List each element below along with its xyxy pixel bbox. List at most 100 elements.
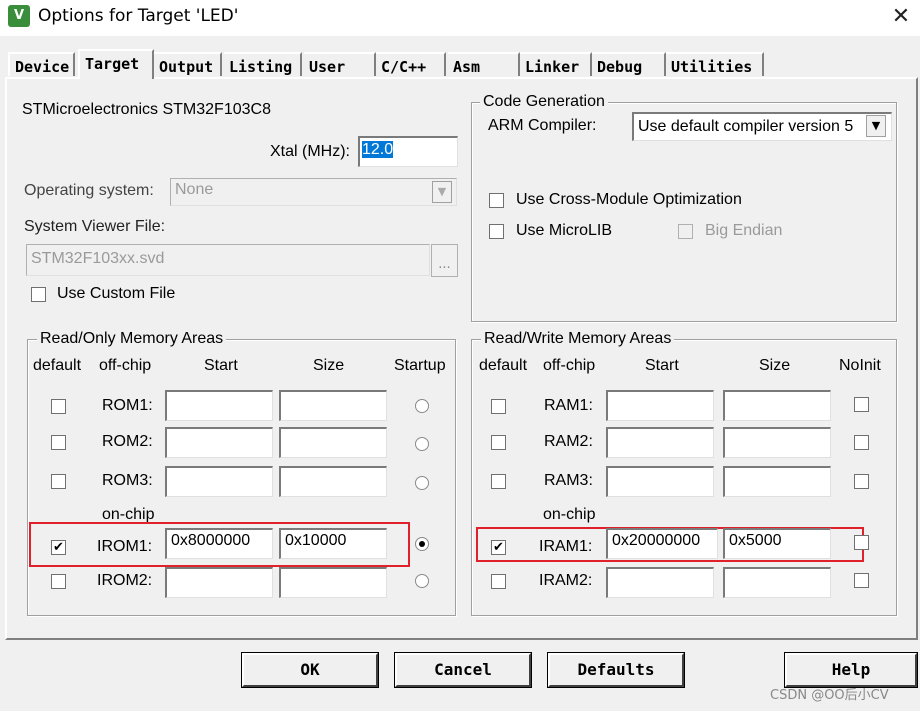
- irom2-startup-radio[interactable]: [415, 574, 429, 588]
- xtal-value: 12.0: [362, 141, 394, 158]
- rom-header-start: Start: [204, 357, 238, 374]
- irom1-start-input[interactable]: 0x8000000: [165, 528, 273, 559]
- ram-header-default: default: [479, 357, 528, 374]
- iram1-start-input[interactable]: 0x20000000: [606, 528, 718, 559]
- ram3-default-checkbox[interactable]: [491, 474, 506, 489]
- tab-listing[interactable]: Listing: [224, 52, 302, 76]
- ram2-noinit-checkbox[interactable]: [854, 435, 869, 450]
- rom1-size-input[interactable]: [279, 390, 387, 421]
- ram3-size-input[interactable]: [723, 466, 831, 497]
- custom-file-checkbox[interactable]: [31, 287, 46, 302]
- rom1-default-checkbox[interactable]: [51, 399, 66, 414]
- tab-debug[interactable]: Debug: [592, 52, 666, 76]
- ok-button[interactable]: OK: [241, 652, 379, 688]
- rom-header-size: Size: [313, 357, 345, 374]
- rom2-label: ROM2:: [102, 433, 153, 450]
- irom1-startup-radio[interactable]: [415, 537, 429, 551]
- svd-value: STM32F103xx.svd: [31, 250, 165, 267]
- custom-file-label: Use Custom File: [57, 285, 176, 302]
- iram2-size-input[interactable]: [723, 567, 831, 598]
- defaults-button[interactable]: Defaults: [547, 652, 685, 688]
- rom3-size-input[interactable]: [279, 466, 387, 497]
- iram1-noinit-checkbox[interactable]: [854, 535, 869, 550]
- iram2-noinit-checkbox[interactable]: [854, 573, 869, 588]
- tab-asm[interactable]: Asm: [448, 52, 520, 76]
- irom1-default-checkbox[interactable]: ✔: [51, 540, 66, 555]
- rom3-start-input[interactable]: [165, 466, 273, 497]
- tab-device[interactable]: Device: [8, 52, 75, 76]
- ram2-label: RAM2:: [544, 433, 593, 450]
- close-icon[interactable]: ✕: [886, 2, 916, 32]
- irom1-label: IROM1:: [97, 538, 153, 555]
- tab-linker[interactable]: Linker: [520, 52, 592, 76]
- window-title: Options for Target 'LED': [38, 6, 239, 26]
- irom2-label: IROM2:: [97, 572, 153, 589]
- ram1-noinit-checkbox[interactable]: [854, 397, 869, 412]
- microlib-checkbox[interactable]: [489, 224, 504, 239]
- os-select[interactable]: None: [170, 178, 457, 206]
- irom2-size-input[interactable]: [279, 567, 387, 598]
- cross-module-checkbox[interactable]: [489, 193, 504, 208]
- ram3-start-input[interactable]: [606, 466, 714, 497]
- rom1-label: ROM1:: [102, 397, 153, 414]
- xtal-input[interactable]: 12.0: [358, 136, 458, 167]
- cancel-button[interactable]: Cancel: [394, 652, 532, 688]
- rom-header-startup: Startup: [394, 357, 446, 374]
- rom2-size-input[interactable]: [279, 427, 387, 458]
- compiler-dropdown-icon[interactable]: ▼: [866, 115, 886, 137]
- ram-header-offchip: off-chip: [543, 357, 596, 374]
- big-endian-checkbox[interactable]: [678, 224, 693, 239]
- ram1-default-checkbox[interactable]: [491, 399, 506, 414]
- iram1-default-checkbox[interactable]: ✔: [491, 540, 506, 555]
- help-button[interactable]: Help: [784, 652, 918, 688]
- rom3-default-checkbox[interactable]: [51, 474, 66, 489]
- ram-header-size: Size: [759, 357, 791, 374]
- ram1-size-input[interactable]: [723, 390, 831, 421]
- tab-user[interactable]: User: [304, 52, 376, 76]
- irom2-default-checkbox[interactable]: [51, 574, 66, 589]
- tab-utilities[interactable]: Utilities: [666, 52, 764, 76]
- irom2-start-input[interactable]: [165, 567, 273, 598]
- ram-header-noinit: NoInit: [839, 357, 881, 374]
- rom2-start-input[interactable]: [165, 427, 273, 458]
- rom1-startup-radio[interactable]: [415, 399, 429, 413]
- ram1-label: RAM1:: [544, 397, 593, 414]
- ram2-size-input[interactable]: [723, 427, 831, 458]
- rom2-default-checkbox[interactable]: [51, 435, 66, 450]
- rom1-start-input[interactable]: [165, 390, 273, 421]
- ram-title: Read/Write Memory Areas: [481, 330, 675, 348]
- iram1-size-input[interactable]: 0x5000: [723, 528, 831, 559]
- ram3-noinit-checkbox[interactable]: [854, 474, 869, 489]
- microlib-label: Use MicroLIB: [516, 222, 613, 239]
- rom-header-offchip: off-chip: [99, 357, 152, 374]
- ram-onchip-label: on-chip: [543, 506, 596, 523]
- keil-uv-icon: V: [8, 5, 30, 27]
- irom1-size-input[interactable]: 0x10000: [279, 528, 387, 559]
- tab-target[interactable]: Target: [78, 49, 154, 79]
- rom2-startup-radio[interactable]: [415, 437, 429, 451]
- code-generation-title: Code Generation: [480, 93, 608, 111]
- iram2-start-input[interactable]: [606, 567, 714, 598]
- rom3-startup-radio[interactable]: [415, 476, 429, 490]
- ram3-label: RAM3:: [544, 472, 593, 489]
- os-dropdown-icon[interactable]: ▼: [432, 181, 452, 203]
- os-label: Operating system:: [24, 182, 154, 199]
- watermark: CSDN @OO后小CV: [770, 688, 889, 703]
- os-value: None: [175, 181, 214, 198]
- iram2-default-checkbox[interactable]: [491, 574, 506, 589]
- tab-output[interactable]: Output: [154, 52, 222, 76]
- ram-header-start: Start: [645, 357, 679, 374]
- rom-title: Read/Only Memory Areas: [37, 330, 227, 348]
- iram2-label: IRAM2:: [539, 572, 593, 589]
- rom-header-default: default: [33, 357, 82, 374]
- ram2-default-checkbox[interactable]: [491, 435, 506, 450]
- big-endian-label: Big Endian: [705, 222, 783, 239]
- svd-input[interactable]: STM32F103xx.svd: [26, 244, 430, 276]
- ram1-start-input[interactable]: [606, 390, 714, 421]
- tab-c-cpp[interactable]: C/C++: [376, 52, 446, 76]
- svd-browse-button[interactable]: ...: [431, 244, 458, 277]
- ram2-start-input[interactable]: [606, 427, 714, 458]
- iram1-label: IRAM1:: [539, 538, 593, 555]
- compiler-select[interactable]: Use default compiler version 5: [632, 112, 892, 141]
- cross-module-label: Use Cross-Module Optimization: [516, 191, 742, 208]
